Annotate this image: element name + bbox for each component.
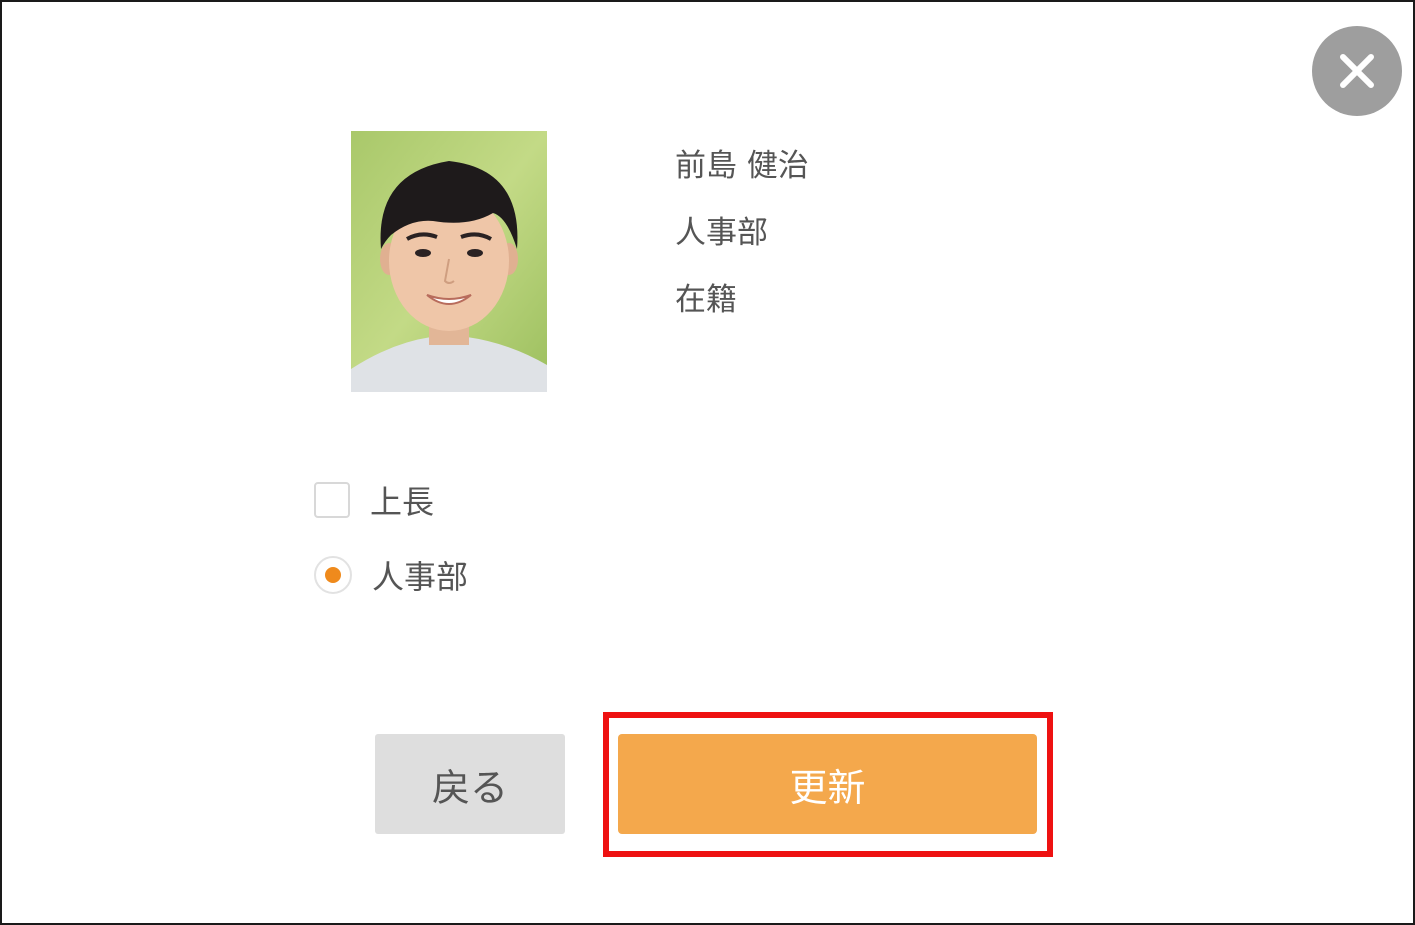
employee-status: 在籍: [675, 282, 737, 318]
back-button[interactable]: 戻る: [375, 734, 565, 834]
supervisor-checkbox[interactable]: [314, 482, 350, 518]
hr-option[interactable]: 人事部: [314, 555, 469, 596]
close-icon: [1340, 54, 1374, 88]
employee-department: 人事部: [675, 215, 768, 251]
supervisor-label: 上長: [370, 483, 435, 521]
supervisor-option[interactable]: 上長: [314, 480, 435, 521]
hr-label: 人事部: [372, 558, 469, 596]
radio-selected-dot: [325, 567, 341, 583]
close-button[interactable]: [1312, 26, 1402, 116]
update-button[interactable]: 更新: [618, 734, 1037, 834]
employee-name: 前島 健治: [675, 148, 809, 184]
hr-radio[interactable]: [314, 556, 352, 594]
employee-photo: [351, 131, 547, 392]
dialog: 前島 健治 人事部 在籍 上長 人事部 戻る 更新: [0, 0, 1415, 925]
